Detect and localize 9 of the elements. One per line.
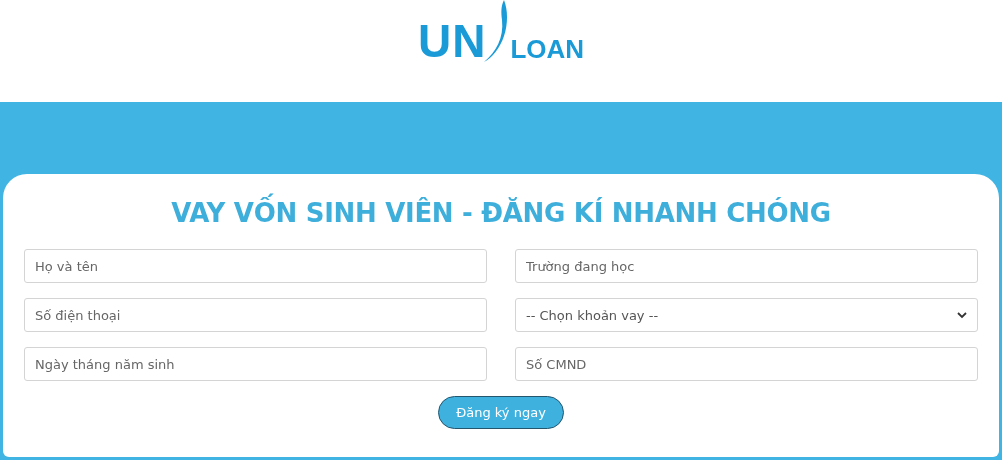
input-field[interactable]: Trường đang học — [515, 249, 978, 284]
logo-text: UN — [417, 18, 487, 64]
logo-text: LOAN — [510, 35, 585, 63]
chevron-icon — [957, 311, 967, 319]
dropdown-field[interactable]: -- Chọn khoản vay -- — [515, 298, 978, 333]
input-field[interactable]: Số CMND — [515, 347, 978, 382]
input-field[interactable]: Ngày tháng năm sinh — [24, 347, 487, 382]
input-field[interactable]: Số điện thoại — [24, 298, 487, 333]
input-field[interactable]: Họ và tên — [24, 249, 487, 284]
